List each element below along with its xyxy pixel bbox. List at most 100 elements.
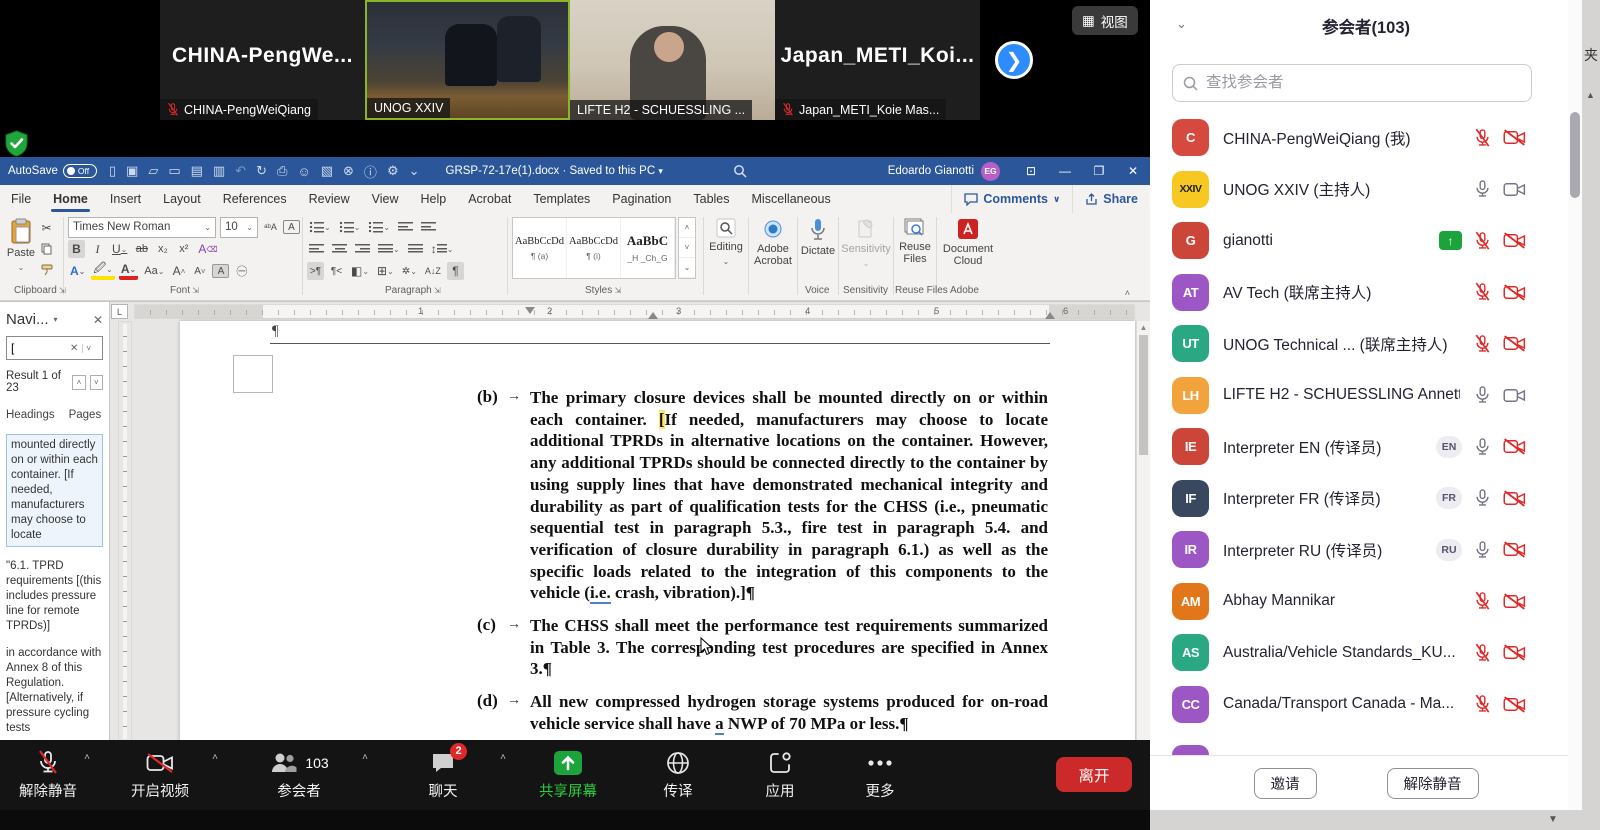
dialog-launcher-icon[interactable]: ⇲ — [432, 286, 441, 295]
document-paragraph[interactable]: (d)→All new compressed hydrogen storage … — [477, 691, 1052, 734]
tab-miscellaneous[interactable]: Miscellaneous — [741, 185, 842, 213]
document-paragraph[interactable]: (c)→The CHSS shall meet the performance … — [477, 615, 1052, 680]
tab-selector-box[interactable]: L — [111, 304, 128, 319]
style-card[interactable]: AaBbCcDd¶ (a) — [513, 218, 567, 278]
participants-search-input[interactable] — [1206, 74, 1496, 92]
line-spacing-button[interactable]: ↕⌄ — [429, 240, 456, 258]
search-result-item[interactable]: mounted directly on or within each conta… — [6, 434, 103, 547]
chevron-up-icon[interactable]: ˄ — [212, 752, 218, 763]
editing-button[interactable]: Editing ⌄ — [706, 213, 746, 283]
tab-layout[interactable]: Layout — [152, 185, 212, 213]
ltr-direction-button[interactable]: >¶ — [307, 262, 324, 280]
sort-button[interactable]: A↓Z — [423, 262, 443, 280]
clear-formatting-icon[interactable]: A⌫ — [196, 240, 219, 258]
borders-button[interactable]: ⊞⌄ — [375, 262, 396, 280]
align-left-button[interactable] — [307, 240, 326, 258]
highlight-color-button[interactable]: 🖉⌄ — [91, 262, 115, 280]
document-page[interactable]: ¶ (b)→The primary closure devices shall … — [180, 321, 1135, 741]
close-button[interactable]: ✕ — [1116, 164, 1150, 178]
document-cloud-button[interactable]: Document Cloud — [939, 213, 997, 283]
increase-indent-button[interactable] — [419, 218, 438, 236]
participant-row[interactable]: IFInterpreter FR (传译员)FR — [1150, 473, 1582, 525]
participants-scrollbar-thumb[interactable] — [1570, 112, 1580, 198]
superscript-button[interactable]: x² — [175, 240, 192, 258]
folder-icon[interactable]: ▭ — [168, 163, 180, 179]
info-icon[interactable]: ⓘ — [364, 162, 377, 181]
distributed-button[interactable] — [406, 240, 425, 258]
leave-meeting-button[interactable]: 离开 — [1056, 757, 1132, 792]
font-name-select[interactable]: Times New Roman ⌄ — [68, 217, 216, 238]
italic-button[interactable]: I — [89, 240, 106, 258]
reuse-files-button[interactable]: Reuse Files — [896, 213, 934, 283]
navigation-search-chevron-icon[interactable]: ˅ — [82, 344, 91, 353]
underline-button[interactable]: U⌄ — [110, 240, 129, 258]
scroll-down-icon[interactable]: ▼ — [1548, 814, 1558, 825]
ribbon-display-options-button[interactable]: ⊡ — [1014, 164, 1048, 178]
print-icon[interactable]: ⎙ — [277, 163, 287, 179]
document-scrollbar[interactable]: ▲ — [1136, 321, 1150, 741]
share-button[interactable]: Share — [1072, 185, 1150, 213]
tab-file[interactable]: File — [0, 185, 42, 213]
grow-font-button[interactable]: A˄ — [170, 262, 187, 280]
collapse-ribbon-icon[interactable]: ˄ — [1125, 288, 1130, 298]
minimize-button[interactable]: — — [1048, 164, 1082, 178]
tab-headings[interactable]: Headings — [6, 409, 55, 421]
format-painter-icon[interactable] — [38, 261, 55, 279]
shading-button[interactable]: ◧⌄ — [349, 262, 371, 280]
navigation-search-clear-icon[interactable]: ✕ — [70, 343, 78, 354]
video-tile[interactable]: Japan_METI_Koi... Japan_METI_Koie Mas... — [775, 0, 980, 120]
document-content[interactable]: (b)→The primary closure devices shall be… — [477, 387, 1052, 741]
chevron-up-icon[interactable]: ˄ — [500, 752, 506, 763]
scroll-up-icon[interactable]: ▲ — [1586, 90, 1595, 100]
change-case-button[interactable]: Aa⌄ — [142, 262, 166, 280]
subscript-button[interactable]: x₂ — [154, 240, 171, 258]
styles-more-icon[interactable]: ⌄ — [679, 258, 695, 278]
cut-icon[interactable]: ✂ — [38, 219, 55, 237]
first-line-indent-marker[interactable] — [525, 307, 535, 314]
vertical-ruler[interactable] — [118, 321, 132, 741]
participant-row[interactable]: Ggianotti↑ — [1150, 215, 1582, 267]
previous-result-button[interactable]: ˄ — [72, 375, 85, 390]
decrease-indent-button[interactable] — [396, 218, 415, 236]
document-icon[interactable]: ▤ — [191, 163, 203, 179]
multilevel-list-button[interactable]: ⌄ — [366, 218, 392, 236]
smiley-icon[interactable]: ☺ — [297, 164, 310, 179]
toolbar-participants[interactable]: 103˄参会者 — [224, 750, 374, 801]
toolbar-start-video[interactable]: ˄开启视频 — [96, 750, 224, 801]
participant-row[interactable]: XXIVUNOG XXIV (主持人) — [1150, 164, 1582, 216]
participant-row[interactable]: UTUNOG Technical ... (联席主持人) — [1150, 318, 1582, 370]
tab-view[interactable]: View — [361, 185, 410, 213]
rtl-direction-button[interactable]: ¶< — [328, 262, 345, 280]
next-videos-button[interactable]: ❯ — [995, 41, 1033, 79]
copy-icon[interactable] — [38, 240, 55, 258]
participant-row[interactable]: IRInterpreter RU (传译员)RU — [1150, 524, 1582, 576]
document-title[interactable]: GRSP-72-17e(1).docx · Saved to this PC ▾ — [446, 165, 663, 177]
toolbar-more[interactable]: 更多 — [828, 750, 932, 801]
participant-row[interactable]: CCHINA-PengWeiQiang (我) — [1150, 112, 1582, 164]
paste-button[interactable]: Paste ⌄ — [4, 213, 38, 274]
circle-character-icon[interactable]: ㊀ — [233, 262, 250, 280]
dialog-launcher-icon[interactable]: ⇲ — [57, 286, 66, 295]
undo-icon[interactable]: ↶ — [235, 163, 246, 179]
export-document-icon[interactable]: ▧ — [321, 163, 333, 179]
document-paragraph[interactable]: (b)→The primary closure devices shall be… — [477, 387, 1052, 604]
dialog-launcher-icon[interactable]: ⇲ — [612, 286, 621, 295]
toolbar-apps[interactable]: 应用 — [732, 750, 828, 801]
hanging-indent-marker[interactable] — [648, 312, 658, 319]
search-icon[interactable] — [733, 164, 747, 178]
participant-row[interactable]: LHLIFTE H2 - SCHUESSLING Annett — [1150, 370, 1582, 422]
navigation-search-input[interactable] — [11, 341, 66, 355]
next-result-button[interactable]: ˅ — [90, 375, 103, 390]
toolbar-chat[interactable]: 2˄聊天 — [374, 750, 512, 801]
justify-button[interactable]: ⌄ — [376, 240, 402, 258]
autosave-toggle[interactable]: AutoSave Off — [8, 164, 97, 178]
view-button[interactable]: ▦ 视图 — [1072, 6, 1138, 35]
chevron-up-icon[interactable]: ˄ — [84, 752, 90, 763]
participants-scrollbar[interactable] — [1568, 0, 1582, 810]
document-scrollbar-thumb[interactable] — [1139, 335, 1148, 455]
participant-row[interactable]: ATAV Tech (联席主持人) — [1150, 267, 1582, 319]
search-result-item[interactable]: in accordance with Annex 8 of this Regul… — [6, 646, 103, 736]
numbered-list-button[interactable]: ⌄ — [337, 218, 363, 236]
font-size-select[interactable]: 10 ⌄ — [220, 217, 258, 238]
enclose-characters-icon[interactable]: A — [283, 220, 300, 234]
